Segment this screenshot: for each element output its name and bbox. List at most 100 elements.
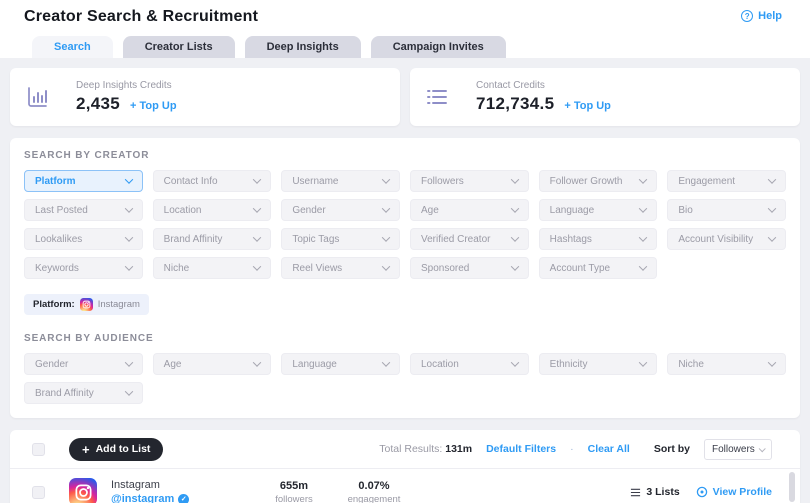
chevron-down-icon — [253, 358, 261, 366]
lists-badge[interactable]: 3 Lists — [630, 486, 679, 498]
chevron-down-icon — [759, 445, 766, 452]
chevron-down-icon — [382, 262, 390, 270]
credit-value: 712,734.5 — [476, 94, 554, 114]
chevron-down-icon — [253, 204, 261, 212]
row-checkbox[interactable] — [32, 486, 45, 499]
filter-topic-tags[interactable]: Topic Tags — [281, 228, 400, 250]
dot-separator: · — [570, 443, 574, 455]
list-icon — [424, 84, 450, 110]
content-area: Deep Insights Credits 2,435 + Top Up Con… — [0, 58, 810, 503]
lists-icon — [630, 487, 641, 498]
creator-handle-link[interactable]: @instagram ✓ — [111, 493, 263, 503]
chevron-down-icon — [639, 358, 647, 366]
chevron-down-icon — [768, 204, 776, 212]
filter-platform[interactable]: Platform — [24, 170, 143, 192]
filter-lookalikes[interactable]: Lookalikes — [24, 228, 143, 250]
sort-select[interactable]: Followers — [704, 439, 772, 460]
filter-location[interactable]: Location — [153, 199, 272, 221]
creator-filter-grid: Platform Contact Info Username Followers… — [24, 170, 786, 279]
filter-reel-views[interactable]: Reel Views — [281, 257, 400, 279]
chevron-down-icon — [510, 262, 518, 270]
chip-value: Instagram — [98, 299, 140, 310]
filter-last-posted[interactable]: Last Posted — [24, 199, 143, 221]
chevron-down-icon — [124, 233, 132, 241]
chevron-down-icon — [639, 233, 647, 241]
chevron-down-icon — [639, 204, 647, 212]
credit-label: Deep Insights Credits — [76, 80, 177, 91]
profile-icon — [696, 486, 708, 498]
creator-search-page: Creator Search & Recruitment ? Help Sear… — [0, 0, 810, 503]
toolbar-right: Total Results: 131m Default Filters · Cl… — [379, 439, 772, 460]
tab-creator-lists[interactable]: Creator Lists — [123, 36, 235, 58]
top-up-link[interactable]: + Top Up — [130, 100, 177, 112]
filter-account-visibility[interactable]: Account Visibility — [667, 228, 786, 250]
filter-niche[interactable]: Niche — [153, 257, 272, 279]
creator-name: Instagram — [111, 479, 263, 491]
filter-verified-creator[interactable]: Verified Creator — [410, 228, 529, 250]
filter-followers[interactable]: Followers — [410, 170, 529, 192]
bar-chart-icon — [24, 84, 50, 110]
chevron-down-icon — [253, 262, 261, 270]
help-label: Help — [758, 10, 782, 22]
instagram-avatar — [69, 478, 97, 503]
results-card: + Add to List Total Results: 131m Defaul… — [10, 430, 800, 503]
clear-all-link[interactable]: Clear All — [588, 443, 630, 455]
chip-label: Platform: — [33, 299, 75, 310]
row-actions: 3 Lists View Profile — [630, 486, 772, 498]
select-all-checkbox[interactable] — [32, 443, 45, 456]
filter-contact-info[interactable]: Contact Info — [153, 170, 272, 192]
chevron-down-icon — [510, 358, 518, 366]
engagement-value: 0.07% — [343, 480, 405, 492]
default-filters-link[interactable]: Default Filters — [486, 443, 556, 455]
filter-hashtags[interactable]: Hashtags — [539, 228, 658, 250]
filter-sponsored[interactable]: Sponsored — [410, 257, 529, 279]
filter-gender[interactable]: Gender — [281, 199, 400, 221]
result-row-instagram[interactable]: Instagram @instagram ✓ 655m followers 0.… — [10, 469, 800, 503]
audience-filter-ethnicity[interactable]: Ethnicity — [539, 353, 658, 375]
audience-filter-age[interactable]: Age — [153, 353, 272, 375]
audience-filter-language[interactable]: Language — [281, 353, 400, 375]
followers-stat: 655m followers — [263, 480, 325, 503]
filter-brand-affinity[interactable]: Brand Affinity — [153, 228, 272, 250]
chevron-down-icon — [382, 358, 390, 366]
audience-filter-gender[interactable]: Gender — [24, 353, 143, 375]
chevron-down-icon — [124, 358, 132, 366]
engagement-label: engagement — [343, 494, 405, 503]
tab-campaign-invites[interactable]: Campaign Invites — [371, 36, 506, 58]
applied-platform-chip[interactable]: Platform: Instagram — [24, 294, 149, 315]
filter-language[interactable]: Language — [539, 199, 658, 221]
credit-value: 2,435 — [76, 94, 120, 114]
page-title: Creator Search & Recruitment — [24, 8, 786, 26]
results-toolbar: + Add to List Total Results: 131m Defaul… — [10, 430, 800, 468]
followers-label: followers — [263, 494, 325, 503]
filter-username[interactable]: Username — [281, 170, 400, 192]
add-to-list-label: Add to List — [96, 443, 151, 455]
chevron-down-icon — [124, 262, 132, 270]
filter-account-type[interactable]: Account Type — [539, 257, 658, 279]
filter-bio[interactable]: Bio — [667, 199, 786, 221]
add-to-list-button[interactable]: + Add to List — [69, 438, 163, 461]
filter-age[interactable]: Age — [410, 199, 529, 221]
plus-icon: + — [82, 443, 90, 456]
tab-search[interactable]: Search — [32, 36, 113, 58]
results-scrollbar-thumb[interactable] — [789, 472, 795, 502]
filter-keywords[interactable]: Keywords — [24, 257, 143, 279]
tab-deep-insights[interactable]: Deep Insights — [245, 36, 361, 58]
chevron-down-icon — [639, 175, 647, 183]
audience-filter-location[interactable]: Location — [410, 353, 529, 375]
filter-follower-growth[interactable]: Follower Growth — [539, 170, 658, 192]
chevron-down-icon — [253, 233, 261, 241]
chevron-down-icon — [382, 204, 390, 212]
chevron-down-icon — [768, 175, 776, 183]
credit-info: Deep Insights Credits 2,435 + Top Up — [76, 80, 177, 114]
chevron-down-icon — [124, 204, 132, 212]
view-profile-link[interactable]: View Profile — [696, 486, 772, 498]
filter-engagement[interactable]: Engagement — [667, 170, 786, 192]
top-up-link[interactable]: + Top Up — [564, 100, 611, 112]
audience-filter-brand-affinity[interactable]: Brand Affinity — [24, 382, 143, 404]
page-header: Creator Search & Recruitment ? Help Sear… — [0, 0, 810, 58]
help-link[interactable]: ? Help — [741, 10, 782, 22]
instagram-icon — [80, 298, 93, 311]
audience-filter-niche[interactable]: Niche — [667, 353, 786, 375]
tab-bar: Search Creator Lists Deep Insights Campa… — [24, 36, 786, 58]
